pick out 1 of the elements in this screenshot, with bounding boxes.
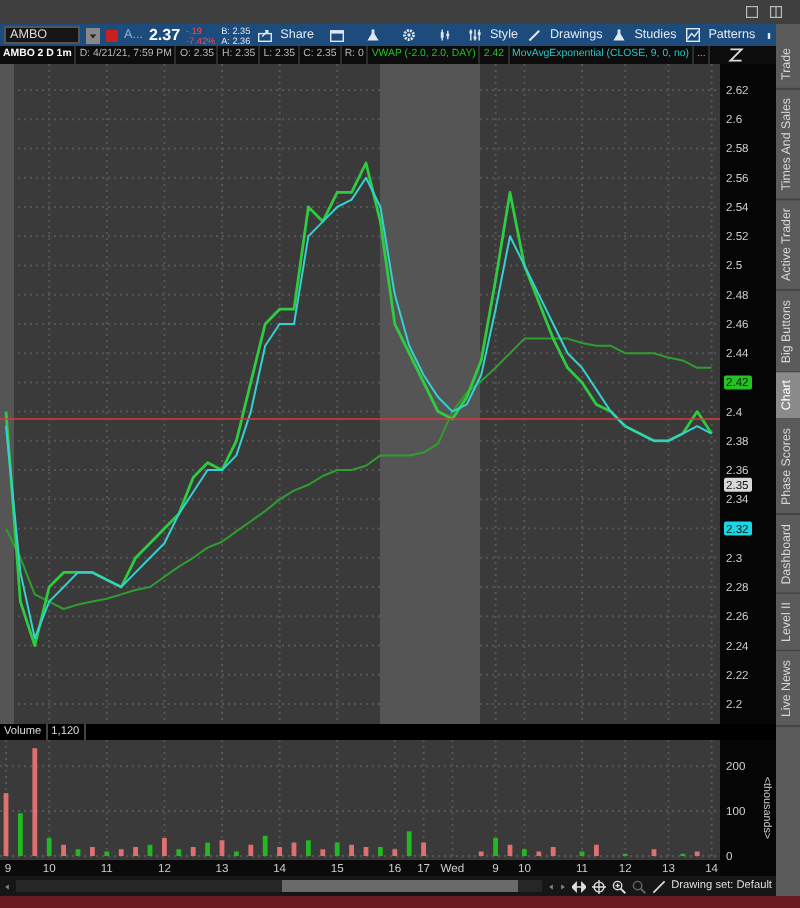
- last-price: 2.37: [148, 23, 181, 47]
